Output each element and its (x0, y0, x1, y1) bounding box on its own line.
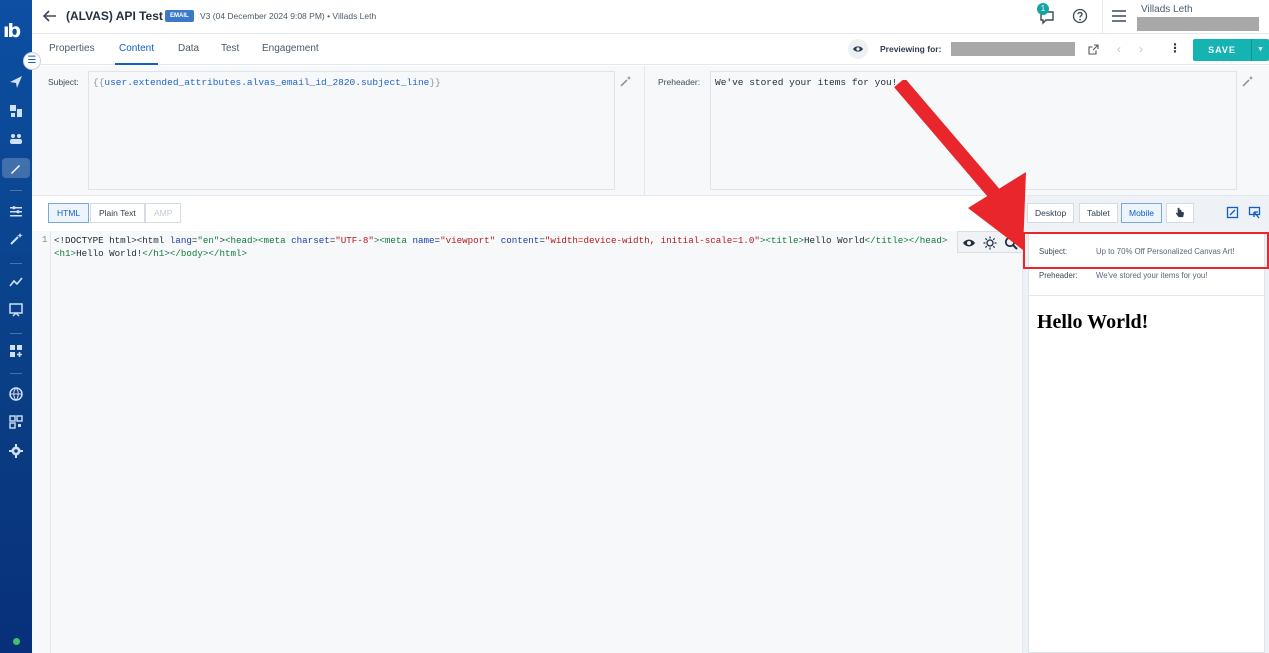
code-token: name (412, 235, 435, 246)
fields-divider (644, 66, 645, 196)
active-tab-indicator (115, 63, 158, 65)
content-icon[interactable] (2, 158, 30, 178)
code-token: Hello World (804, 235, 865, 246)
audience-icon[interactable] (8, 131, 24, 147)
globe-icon[interactable] (8, 386, 24, 402)
qr-code-icon[interactable] (8, 414, 24, 430)
rail-divider (10, 333, 22, 334)
campaign-title: (ALVAS) API Test (66, 9, 163, 23)
chevron-right-icon[interactable]: › (1139, 42, 1143, 56)
tabs-bar: Properties Content Data Test Engagement … (32, 35, 1269, 65)
version-info: V3 (04 December 2024 9:08 PM) • Villads … (200, 11, 377, 21)
tab-mobile[interactable]: Mobile (1121, 203, 1163, 223)
code-token: <head> (224, 235, 259, 246)
external-link-icon[interactable] (1088, 44, 1099, 55)
back-arrow-icon[interactable] (42, 8, 58, 24)
liquid-open-brace: {{ (93, 77, 105, 88)
tab-plain-text[interactable]: Plain Text (90, 203, 145, 223)
code-token: content (500, 235, 540, 246)
code-token: charset (291, 235, 330, 246)
code-token: <meta (379, 235, 413, 246)
code-token: <html (136, 235, 170, 246)
code-token: "en" (197, 235, 220, 246)
tab-tablet[interactable]: Tablet (1079, 203, 1118, 223)
user-name[interactable]: Villads Leth (1141, 4, 1193, 15)
code-token: "viewport" (440, 235, 496, 246)
channel-badge: EMAIL (165, 10, 194, 22)
settings-sliders-icon[interactable] (8, 203, 24, 219)
code-content[interactable]: <!DOCTYPE html><html lang="en"><head><me… (54, 234, 947, 260)
touch-preview-icon[interactable] (1166, 203, 1194, 223)
code-token: "width=device-width, initial-scale=1.0" (544, 235, 760, 246)
code-token: <!DOCTYPE html> (54, 235, 137, 246)
preheader-personalize-wand-icon[interactable] (1242, 75, 1254, 87)
red-annotation-arrow (894, 80, 1026, 250)
preview-preheader-value: We've stored your items for you! (1096, 271, 1208, 280)
previewing-for-label: Previewing for: (880, 44, 942, 54)
mobile-preview-frame: Subject: Up to 70% Off Personalized Canv… (1028, 232, 1265, 653)
collapse-nav-button[interactable]: ☰ (23, 52, 41, 70)
preheader-label: Preheader: (658, 77, 701, 87)
code-token: <h1> (54, 248, 77, 259)
preview-divider (1029, 295, 1264, 296)
preview-user-select-redacted[interactable] (951, 42, 1075, 56)
hamburger-menu-icon[interactable] (1112, 10, 1126, 22)
subject-highlight-box (1023, 232, 1269, 269)
preview-heading: Hello World! (1037, 311, 1149, 333)
inspect-icon[interactable] (1248, 206, 1261, 219)
reports-icon[interactable] (8, 302, 24, 318)
preview-eye-icon[interactable] (848, 39, 868, 59)
tab-properties[interactable]: Properties (49, 43, 95, 54)
line-number: 1 (42, 235, 48, 245)
save-button[interactable]: SAVE (1193, 39, 1251, 61)
templates-icon[interactable] (8, 103, 24, 119)
subject-field[interactable]: {{user.extended_attributes.alvas_email_i… (88, 71, 615, 190)
tab-engagement[interactable]: Engagement (262, 43, 319, 54)
tab-test[interactable]: Test (221, 43, 239, 54)
subject-label: Subject: (48, 77, 79, 87)
code-token: Hello World! (76, 248, 143, 259)
edit-note-icon[interactable] (1226, 206, 1239, 219)
tab-data[interactable]: Data (178, 43, 199, 54)
liquid-variable: user.extended_attributes.alvas_email_id_… (104, 77, 430, 88)
status-online-indicator (13, 638, 20, 645)
rail-divider (10, 263, 22, 264)
code-token: </body> (169, 248, 209, 259)
code-token: </h1> (142, 248, 170, 259)
code-token: </html> (208, 248, 248, 259)
tab-amp[interactable]: AMP (145, 203, 182, 223)
subject-personalize-wand-icon[interactable] (620, 75, 632, 87)
apps-icon[interactable] (8, 343, 24, 359)
topbar-divider (1102, 0, 1103, 34)
top-bar: (ALVAS) API Test EMAIL V3 (04 December 2… (32, 0, 1269, 34)
more-options-icon[interactable]: ⋮ (1169, 41, 1181, 55)
left-nav-rail: ıb (0, 0, 32, 653)
braze-logo[interactable]: ıb (3, 20, 29, 42)
message-fields-panel: Subject: {{user.extended_attributes.alva… (32, 66, 1269, 196)
preview-preheader-row: Preheader: We've stored your items for y… (1039, 271, 1207, 280)
tab-html[interactable]: HTML (48, 203, 90, 223)
preview-preheader-label: Preheader: (1039, 271, 1078, 280)
user-email-redacted (1137, 17, 1259, 31)
help-icon[interactable] (1072, 8, 1088, 24)
code-token: "UTF-8" (335, 235, 374, 246)
notification-count-badge: 1 (1037, 3, 1049, 15)
gear-icon[interactable] (8, 443, 24, 459)
rail-divider (10, 373, 22, 374)
analytics-icon[interactable] (8, 274, 24, 290)
code-token: <title> (765, 235, 804, 246)
code-token: <meta (258, 235, 292, 246)
send-icon[interactable] (8, 74, 24, 90)
html-code-editor[interactable]: 1 <!DOCTYPE html><html lang="en"><head><… (32, 231, 1023, 653)
chevron-left-icon[interactable]: ‹ (1117, 42, 1121, 56)
editor-mode-bar: HTML Plain Text AMP (32, 196, 1022, 231)
line-gutter (32, 231, 51, 653)
liquid-close-brace: }} (429, 77, 441, 88)
rail-divider (10, 190, 22, 191)
tab-content[interactable]: Content (119, 43, 154, 54)
code-token: lang (169, 235, 192, 246)
magic-wand-icon[interactable] (8, 231, 24, 247)
save-dropdown-caret-icon[interactable]: ▼ (1251, 39, 1269, 61)
